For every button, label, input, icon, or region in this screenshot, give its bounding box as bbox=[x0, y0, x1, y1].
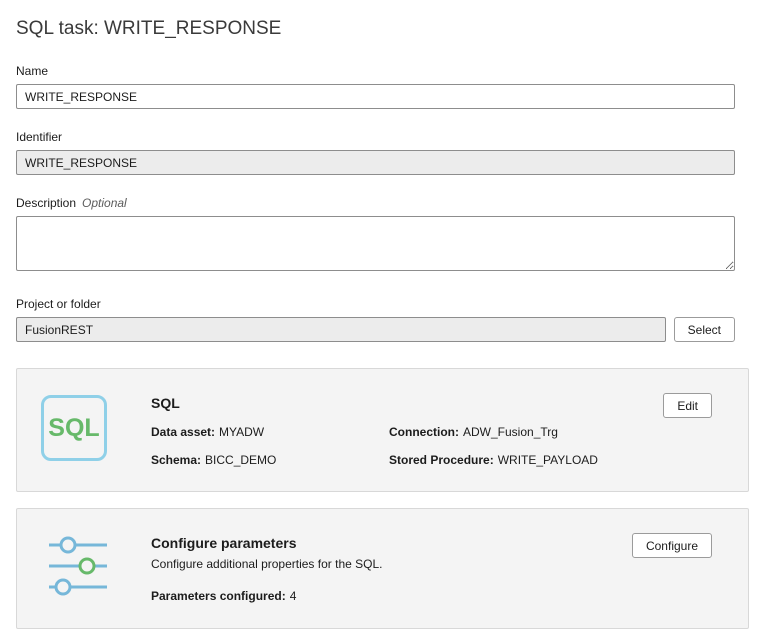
project-label: Project or folder bbox=[16, 297, 101, 311]
parameters-card-title: Configure parameters bbox=[151, 535, 297, 551]
data-asset-field: Data asset: MYADW bbox=[151, 425, 265, 439]
description-textarea[interactable] bbox=[16, 216, 735, 271]
parameters-configured-field: Parameters configured: 4 bbox=[151, 589, 297, 603]
name-field-group: Name bbox=[16, 64, 735, 109]
parameters-card-description: Configure additional properties for the … bbox=[151, 557, 383, 571]
description-field-group: Description Optional bbox=[16, 196, 735, 276]
sql-icon: SQL bbox=[41, 395, 107, 461]
stored-procedure-field: Stored Procedure: WRITE_PAYLOAD bbox=[389, 453, 598, 467]
identifier-input bbox=[16, 150, 735, 175]
parameters-card-content: Configure parameters Configure additiona… bbox=[151, 533, 632, 603]
description-label: Description Optional bbox=[16, 196, 735, 210]
configure-button[interactable]: Configure bbox=[631, 533, 712, 558]
edit-button[interactable]: Edit bbox=[663, 393, 712, 418]
sql-icon-text: SQL bbox=[48, 413, 100, 442]
sliders-icon bbox=[45, 533, 111, 604]
sql-card-title: SQL bbox=[151, 395, 180, 411]
connection-field: Connection: ADW_Fusion_Trg bbox=[389, 425, 558, 439]
identifier-field-group: Identifier bbox=[16, 130, 735, 175]
description-label-text: Description bbox=[16, 196, 77, 210]
sql-card: SQL SQL Data asset: MYADW Connection: ADW_… bbox=[16, 368, 749, 492]
schema-field: Schema: BICC_DEMO bbox=[151, 453, 277, 467]
sql-task-page: SQL task: WRITE_RESPONSE Name Identifier… bbox=[0, 0, 765, 629]
sql-card-content: SQL Data asset: MYADW Connection: ADW_Fusi… bbox=[151, 393, 663, 467]
name-label: Name bbox=[16, 64, 49, 78]
page-title: SQL task: WRITE_RESPONSE bbox=[16, 18, 282, 39]
project-row: Select bbox=[16, 317, 735, 342]
identifier-label: Identifier bbox=[16, 130, 63, 144]
sql-card-fields: Data asset: MYADW Connection: ADW_Fusion_T… bbox=[151, 425, 663, 467]
description-optional-hint: Optional bbox=[82, 196, 127, 210]
select-button[interactable]: Select bbox=[673, 317, 735, 342]
project-field-group: Project or folder Select bbox=[16, 297, 735, 342]
configure-parameters-card: Configure parameters Configure additiona… bbox=[16, 508, 749, 629]
project-input bbox=[16, 317, 666, 342]
name-input[interactable] bbox=[16, 84, 735, 109]
